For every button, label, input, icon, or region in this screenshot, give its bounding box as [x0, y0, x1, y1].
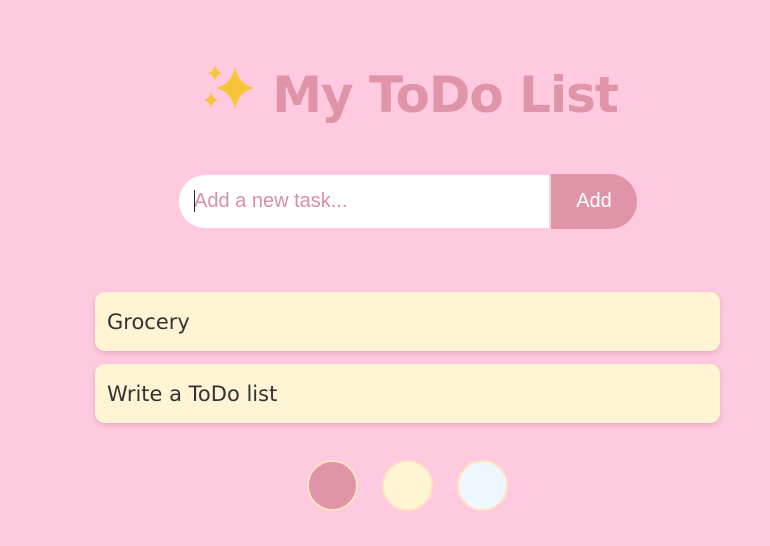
task-item[interactable]: Write a ToDo list [95, 364, 720, 423]
theme-switcher [307, 460, 532, 511]
task-list: Grocery Write a ToDo list [95, 292, 720, 436]
text-cursor [194, 190, 195, 212]
page-title: My ToDo List [272, 65, 618, 124]
task-input[interactable] [179, 175, 549, 228]
theme-swatch-pink[interactable] [307, 460, 358, 511]
add-task-button[interactable]: Add [551, 174, 637, 229]
add-task-form: Add [179, 174, 637, 229]
app-title-container: My ToDo List [0, 64, 770, 131]
task-item[interactable]: Grocery [95, 292, 720, 351]
theme-swatch-light-blue[interactable] [457, 460, 508, 511]
task-label: Write a ToDo list [107, 381, 278, 406]
task-label: Grocery [107, 309, 190, 334]
sparkles-icon [202, 62, 258, 126]
theme-swatch-cream[interactable] [382, 460, 433, 511]
